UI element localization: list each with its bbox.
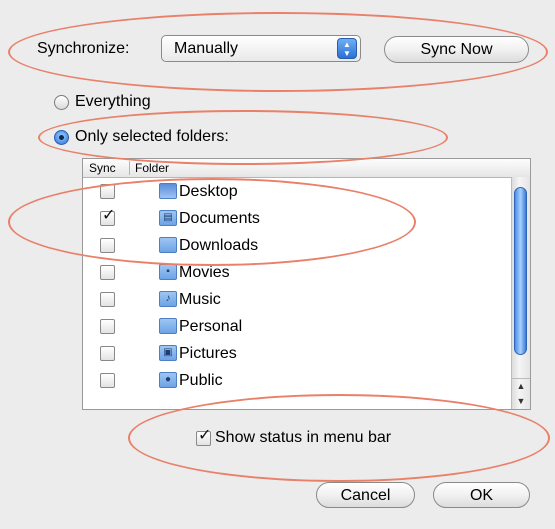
documents-folder-icon: ▤ (159, 210, 177, 226)
radio-everything-label: Everything (75, 93, 151, 110)
folder-list[interactable]: Sync Folder Desktop ✓ ▤ Documents Downloads ▪… (82, 158, 531, 410)
radio-only-selected[interactable]: Only selected folders: (54, 128, 229, 146)
sync-checkbox-movies[interactable] (100, 265, 115, 280)
sync-checkbox-pictures[interactable] (100, 346, 115, 361)
synchronize-popup[interactable]: Manually ▲ ▼ (161, 35, 361, 62)
folder-name: Documents (179, 210, 260, 227)
synchronize-label: Synchronize: (37, 40, 130, 57)
scroll-up-arrow-icon[interactable]: ▲ (512, 378, 530, 393)
scrollbar-thumb[interactable] (514, 187, 527, 355)
ok-button[interactable]: OK (433, 482, 530, 508)
desktop-folder-icon (159, 183, 177, 199)
folder-name: Desktop (179, 183, 238, 200)
sync-checkbox-music[interactable] (100, 292, 115, 307)
cancel-button[interactable]: Cancel (316, 482, 415, 508)
downloads-folder-icon (159, 237, 177, 253)
show-status-checkbox[interactable]: ✓ (196, 426, 212, 446)
radio-everything[interactable]: Everything (54, 93, 151, 111)
music-folder-icon: ♪ (159, 291, 177, 307)
sync-checkbox-personal[interactable] (100, 319, 115, 334)
list-item[interactable]: Personal (83, 317, 509, 344)
radio-only-selected-circle[interactable] (54, 129, 69, 145)
list-item[interactable]: ● Public (83, 371, 509, 398)
folder-name: Pictures (179, 345, 237, 362)
list-item[interactable]: ▣ Pictures (83, 344, 509, 371)
folder-icon (159, 318, 177, 334)
folder-name: Downloads (179, 237, 259, 254)
sync-checkbox-downloads[interactable] (100, 238, 115, 253)
folder-name: Personal (179, 318, 243, 335)
checkmark-icon: ✓ (198, 426, 212, 444)
public-folder-icon: ● (159, 372, 177, 388)
list-item[interactable]: Downloads (83, 236, 509, 263)
radio-everything-circle[interactable] (54, 94, 69, 110)
list-item[interactable]: ♪ Music (83, 290, 509, 317)
folder-name: Music (179, 291, 221, 308)
sync-checkbox-public[interactable] (100, 373, 115, 388)
list-body: Desktop ✓ ▤ Documents Downloads ▪ Movies ♪ Music… (83, 182, 509, 398)
list-item[interactable]: Desktop (83, 182, 509, 209)
synchronize-popup-value: Manually (174, 40, 239, 57)
sync-checkbox-documents[interactable]: ✓ (100, 207, 116, 226)
up-down-arrows-icon: ▲ ▼ (337, 38, 357, 59)
header-folder[interactable]: Folder (135, 159, 169, 177)
sync-now-button[interactable]: Sync Now (384, 36, 529, 63)
pictures-folder-icon: ▣ (159, 345, 177, 361)
checkmark-icon: ✓ (102, 207, 116, 224)
folder-name: Public (179, 372, 223, 389)
list-item[interactable]: ▪ Movies (83, 263, 509, 290)
folder-name: Movies (179, 264, 230, 281)
list-header: Sync Folder (83, 159, 530, 178)
scroll-down-arrow-icon[interactable]: ▼ (512, 394, 530, 408)
header-sync[interactable]: Sync (89, 159, 116, 177)
list-item[interactable]: ✓ ▤ Documents (83, 207, 509, 236)
radio-only-selected-label: Only selected folders: (75, 128, 229, 145)
vertical-scrollbar[interactable]: ▲ ▼ (511, 177, 530, 409)
header-separator (129, 161, 130, 175)
sync-checkbox-desktop[interactable] (100, 184, 115, 199)
show-status-label: Show status in menu bar (215, 429, 392, 446)
show-status-option[interactable]: ✓ Show status in menu bar (196, 426, 392, 447)
movies-folder-icon: ▪ (159, 264, 177, 280)
